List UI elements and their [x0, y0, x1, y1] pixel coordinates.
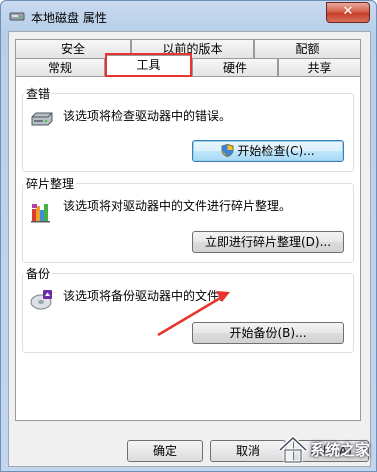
watermark-logo: 系统之家: [276, 433, 374, 469]
properties-window: 本地磁盘 属性 ✕ 安全 以前的版本 配额 常规 工具 硬件 共享 查错 该选项…: [0, 0, 377, 472]
tab-hardware[interactable]: 硬件: [192, 58, 278, 78]
watermark-text: 系统之家: [310, 441, 371, 459]
tools-tab-highlight: [105, 53, 192, 77]
window-title: 本地磁盘 属性: [31, 11, 107, 25]
drive-title-icon: [9, 12, 25, 21]
tab-general[interactable]: 常规: [15, 58, 105, 78]
annotation-arrow: [157, 291, 230, 337]
ok-button[interactable]: 确定: [127, 440, 203, 462]
close-button[interactable]: ✕: [326, 2, 370, 23]
cancel-button[interactable]: 取消: [210, 440, 286, 462]
dialog-content: 安全 以前的版本 配额 常规 工具 硬件 共享 查错 该选项将检查驱动器中的错误…: [8, 31, 371, 467]
title-bar: 本地磁盘 属性 ✕: [1, 1, 376, 31]
tab-sharing[interactable]: 共享: [278, 58, 361, 78]
tab-quota[interactable]: 配额: [254, 39, 361, 59]
tools-panel: 查错 该选项将检查驱动器中的错误。 开始检查(C)... 碎片整理 该选项将对驱…: [15, 76, 361, 421]
watermark-house-icon: [278, 435, 308, 464]
